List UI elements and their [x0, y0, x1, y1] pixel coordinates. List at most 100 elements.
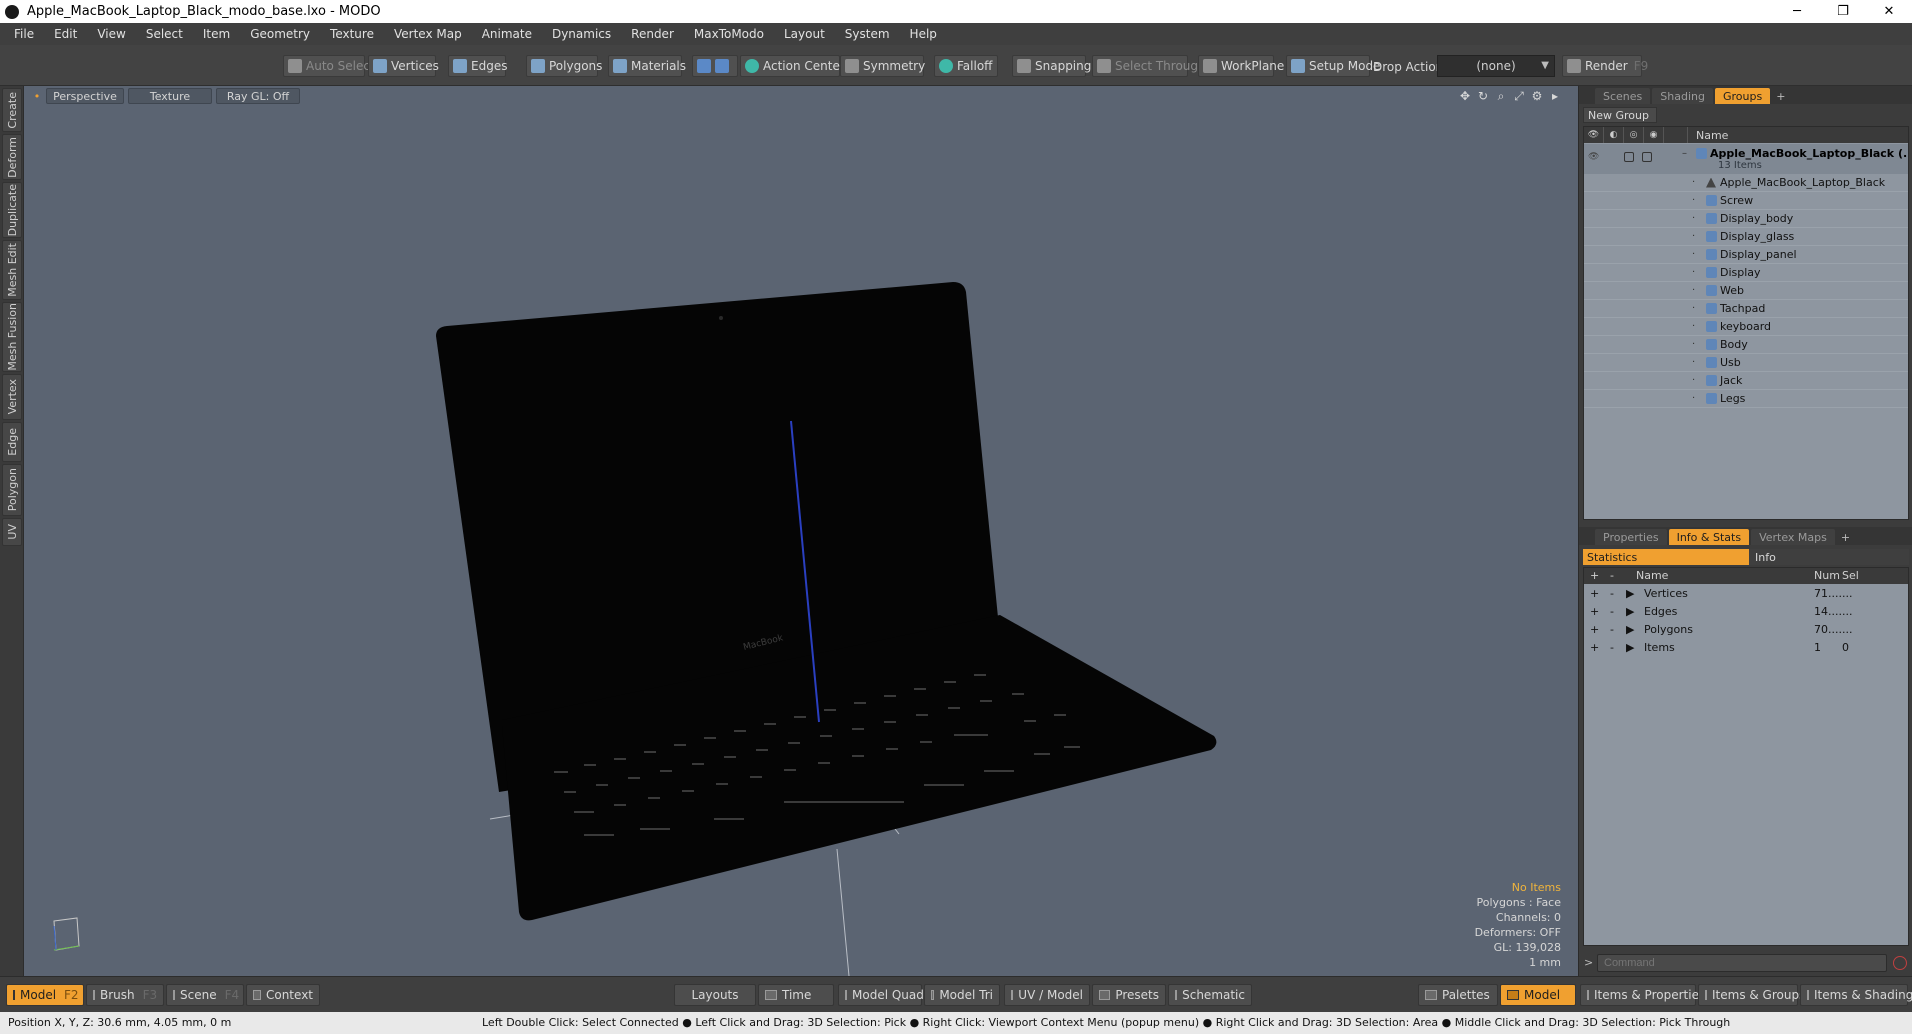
tab-properties[interactable]: Properties — [1595, 529, 1667, 545]
menu-select[interactable]: Select — [136, 27, 193, 41]
expand-all-icon[interactable]: + — [1590, 569, 1599, 582]
workplane-button[interactable]: WorkPlane — [1198, 55, 1284, 77]
menu-system[interactable]: System — [835, 27, 900, 41]
tab-statistics[interactable]: Statistics — [1583, 549, 1749, 565]
list-item[interactable]: · Usb — [1584, 354, 1908, 372]
tab-polygon[interactable]: Polygon — [2, 464, 22, 516]
lock-checkbox[interactable] — [1624, 152, 1634, 162]
items-properties-button[interactable]: Items & Properties — [1580, 984, 1705, 1006]
list-item[interactable]: · Apple_MacBook_Laptop_Black — [1584, 174, 1908, 192]
selection-sets-button[interactable] — [692, 55, 738, 77]
expand-arrow-icon[interactable]: ▶ — [1626, 623, 1634, 636]
add-icon[interactable]: + — [1590, 605, 1599, 618]
tab-info-stats[interactable]: Info & Stats — [1668, 529, 1750, 545]
menu-texture[interactable]: Texture — [320, 27, 384, 41]
setup-mode-button[interactable]: Setup Mode — [1286, 55, 1380, 77]
render-col-icon[interactable]: ◐ — [1604, 127, 1624, 143]
polygons-button[interactable]: Polygons — [526, 55, 602, 77]
schematic-layout-button[interactable]: Schematic — [1168, 984, 1252, 1006]
command-input[interactable] — [1597, 954, 1887, 972]
list-item[interactable]: · Display — [1584, 264, 1908, 282]
new-group-button[interactable]: New Group — [1583, 107, 1657, 123]
3d-viewport[interactable]: • Perspective Texture Ray GL: Off ✥ ↻ ⌕ … — [24, 86, 1578, 976]
snapping-button[interactable]: Snapping — [1012, 55, 1091, 77]
select-col-icon[interactable]: ◉ — [1644, 127, 1664, 143]
table-row[interactable]: + - ▶ Edges 14....... — [1584, 603, 1908, 621]
items-shading-button[interactable]: Items & Shading — [1800, 984, 1912, 1006]
list-item[interactable]: · Jack — [1584, 372, 1908, 390]
brush-mode-button[interactable]: Brush F3 — [86, 984, 164, 1006]
scene-mode-button[interactable]: Scene F4 — [166, 984, 244, 1006]
context-mode-button[interactable]: Context — [246, 984, 320, 1006]
group-root-row[interactable]: 👁 – Apple_MacBook_Laptop_Black (... 13 I… — [1584, 144, 1908, 174]
render-button[interactable]: Render F9 — [1562, 55, 1648, 77]
tab-scenes[interactable]: Scenes — [1595, 88, 1651, 104]
add-icon[interactable]: + — [1590, 641, 1599, 654]
model-layout-button[interactable]: Model — [1500, 984, 1576, 1006]
uv-model-layout-button[interactable]: UV / Model — [1004, 984, 1090, 1006]
visibility-col-icon[interactable]: 👁 — [1584, 127, 1604, 143]
palettes-button[interactable]: Palettes — [1418, 984, 1498, 1006]
remove-icon[interactable]: - — [1610, 641, 1614, 654]
materials-button[interactable]: Materials — [608, 55, 686, 77]
list-item[interactable]: · Body — [1584, 336, 1908, 354]
edges-button[interactable]: Edges — [448, 55, 507, 77]
tab-duplicate[interactable]: Duplicate — [2, 182, 22, 238]
remove-icon[interactable]: - — [1610, 587, 1614, 600]
layouts-button[interactable]: Layouts — [674, 984, 756, 1006]
add-tab-button[interactable]: + — [1837, 529, 1854, 545]
menu-animate[interactable]: Animate — [472, 27, 542, 41]
drop-action-select[interactable]: (none) ▼ — [1437, 55, 1555, 77]
tab-shading[interactable]: Shading — [1652, 88, 1713, 104]
list-item[interactable]: · Web — [1584, 282, 1908, 300]
minimize-button[interactable]: ─ — [1774, 0, 1820, 23]
model-tri-layout-button[interactable]: Model Tri — [924, 984, 1000, 1006]
tab-info[interactable]: Info — [1749, 549, 1909, 565]
visibility-eye-icon[interactable]: 👁 — [1588, 152, 1599, 162]
symmetry-button[interactable]: Symmetry — [840, 55, 925, 77]
tab-edge[interactable]: Edge — [2, 422, 22, 462]
menu-layout[interactable]: Layout — [774, 27, 835, 41]
maximize-button[interactable]: ❐ — [1820, 0, 1866, 23]
lock-col-icon[interactable]: ◎ — [1624, 127, 1644, 143]
presets-layout-button[interactable]: Presets — [1092, 984, 1166, 1006]
expand-arrow-icon[interactable]: ▶ — [1626, 587, 1634, 600]
tab-mesh-fusion[interactable]: Mesh Fusion — [2, 302, 22, 372]
menu-item[interactable]: Item — [193, 27, 240, 41]
tab-create[interactable]: Create — [2, 88, 22, 132]
auto-select-button[interactable]: Auto Select — [283, 55, 375, 77]
list-item[interactable]: · Tachpad — [1584, 300, 1908, 318]
menu-file[interactable]: File — [4, 27, 44, 41]
list-item[interactable]: · Display_panel — [1584, 246, 1908, 264]
expand-arrow-icon[interactable]: ▶ — [1626, 605, 1634, 618]
menu-dynamics[interactable]: Dynamics — [542, 27, 621, 41]
select-checkbox[interactable] — [1642, 152, 1652, 162]
list-item[interactable]: · Screw — [1584, 192, 1908, 210]
add-icon[interactable]: + — [1590, 587, 1599, 600]
list-item[interactable]: · Display_body — [1584, 210, 1908, 228]
model-quad-layout-button[interactable]: Model Quad — [838, 984, 924, 1006]
record-icon[interactable] — [1893, 956, 1907, 970]
model-mode-button[interactable]: Model F2 — [6, 984, 84, 1006]
list-item[interactable]: · keyboard — [1584, 318, 1908, 336]
menu-geometry[interactable]: Geometry — [240, 27, 320, 41]
table-row[interactable]: + - ▶ Polygons 70....... — [1584, 621, 1908, 639]
remove-icon[interactable]: - — [1610, 605, 1614, 618]
tab-groups[interactable]: Groups — [1714, 88, 1771, 104]
menu-vertex-map[interactable]: Vertex Map — [384, 27, 472, 41]
close-button[interactable]: ✕ — [1866, 0, 1912, 23]
vertices-button[interactable]: Vertices — [368, 55, 439, 77]
action-center-button[interactable]: Action Center — [740, 55, 845, 77]
collapse-all-icon[interactable]: - — [1610, 569, 1614, 582]
tab-vertex[interactable]: Vertex — [2, 374, 22, 420]
menu-edit[interactable]: Edit — [44, 27, 87, 41]
tab-mesh-edit[interactable]: Mesh Edit — [2, 240, 22, 300]
table-row[interactable]: + - ▶ Items 1 0 — [1584, 639, 1908, 657]
menu-render[interactable]: Render — [621, 27, 684, 41]
tab-deform[interactable]: Deform — [2, 134, 22, 180]
remove-icon[interactable]: - — [1610, 623, 1614, 636]
table-row[interactable]: + - ▶ Vertices 71....... — [1584, 585, 1908, 603]
tab-vertex-maps[interactable]: Vertex Maps — [1751, 529, 1835, 545]
list-item[interactable]: · Display_glass — [1584, 228, 1908, 246]
list-item[interactable]: · Legs — [1584, 390, 1908, 408]
